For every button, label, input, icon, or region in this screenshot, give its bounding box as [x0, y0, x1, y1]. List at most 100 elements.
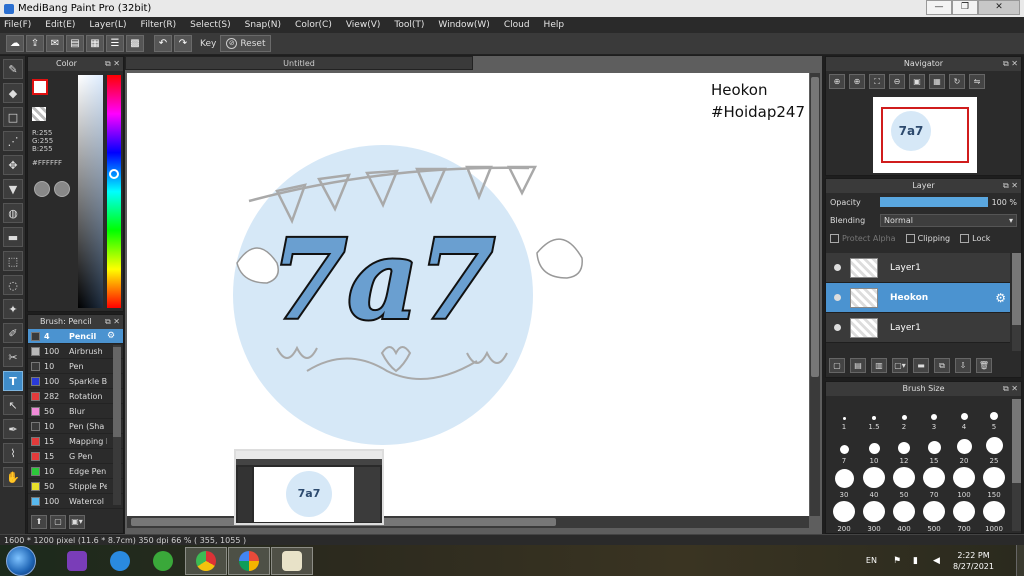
- navigator-viewport-rect[interactable]: [881, 107, 969, 163]
- layer-row[interactable]: Layer1: [826, 253, 1010, 283]
- clipping-checkbox[interactable]: Clipping: [905, 233, 950, 243]
- hue-slider[interactable]: [107, 75, 121, 308]
- brush-item[interactable]: 15 G Pen: [28, 449, 123, 464]
- magic-wand-tool-icon[interactable]: ✦: [3, 299, 23, 319]
- transparent-color-swatch[interactable]: [32, 107, 46, 121]
- layer-list-scrollbar[interactable]: [1012, 253, 1021, 351]
- new-layer-icon[interactable]: ▢: [829, 358, 845, 373]
- palette-icon[interactable]: [34, 181, 50, 197]
- visibility-eye-icon[interactable]: [830, 291, 844, 305]
- dot-tool-icon[interactable]: ⋰: [3, 131, 23, 151]
- opacity-slider[interactable]: [880, 197, 988, 207]
- hue-slider-handle[interactable]: [109, 169, 119, 179]
- select-pen-tool-icon[interactable]: ✐: [3, 323, 23, 343]
- taskbar-internet-explorer[interactable]: [99, 547, 141, 575]
- panel-close-icon[interactable]: ⧉ ✕: [105, 57, 120, 71]
- flag-icon[interactable]: ⚑: [893, 556, 903, 566]
- list-icon[interactable]: ☰: [106, 35, 124, 52]
- add-brush-icon[interactable]: ⬆: [31, 515, 47, 529]
- volume-icon[interactable]: ◀: [933, 556, 943, 566]
- panel-close-icon[interactable]: ⧉ ✕: [1003, 382, 1018, 396]
- brush-size-option[interactable]: 500: [919, 501, 949, 535]
- scroll-thumb[interactable]: [1012, 253, 1021, 325]
- drawing-canvas[interactable]: 7a7 Heokon #Hoidap247: [127, 73, 809, 528]
- menu-tool[interactable]: Tool(T): [394, 20, 424, 30]
- brush-size-option[interactable]: 1.5: [859, 399, 889, 433]
- clock[interactable]: 2:22 PM 8/27/2021: [953, 550, 994, 572]
- select-rect-tool-icon[interactable]: ⬚: [3, 251, 23, 271]
- undo-icon[interactable]: ↶: [154, 35, 172, 52]
- saturation-value-picker[interactable]: [78, 75, 103, 308]
- start-button[interactable]: [6, 545, 36, 576]
- brush-list-scrollbar[interactable]: [113, 345, 121, 505]
- brush-item[interactable]: 4 Pencil ⚙: [28, 329, 123, 344]
- actual-size-icon[interactable]: ▣: [909, 74, 925, 89]
- grid-icon[interactable]: ▩: [126, 35, 144, 52]
- menu-help[interactable]: Help: [544, 20, 565, 30]
- gradient-tool-icon[interactable]: ▬: [3, 227, 23, 247]
- brush-size-option[interactable]: 7: [829, 433, 859, 467]
- brush-item[interactable]: 282 Rotation: [28, 389, 123, 404]
- zoom-in-plus-icon[interactable]: ⊕: [849, 74, 865, 89]
- brush-item[interactable]: 50 Blur: [28, 404, 123, 419]
- flip-icon[interactable]: ⇋: [969, 74, 985, 89]
- color-history-icon[interactable]: [54, 181, 70, 197]
- reset-button[interactable]: ⊘ Reset: [220, 35, 272, 52]
- move-tool-icon[interactable]: ✥: [3, 155, 23, 175]
- fit-width-icon[interactable]: ▦: [929, 74, 945, 89]
- fit-window-icon[interactable]: ⛶: [869, 74, 885, 89]
- brush-size-option[interactable]: 3: [919, 399, 949, 433]
- brush-item[interactable]: 15 Mapping P: [28, 434, 123, 449]
- menu-edit[interactable]: Edit(E): [45, 20, 75, 30]
- show-desktop-button[interactable]: [1016, 545, 1024, 576]
- language-indicator[interactable]: EN: [866, 556, 877, 565]
- brush-size-option[interactable]: 15: [919, 433, 949, 467]
- brush-tool-icon[interactable]: ✎: [3, 59, 23, 79]
- select-eraser-tool-icon[interactable]: ✂: [3, 347, 23, 367]
- brush-size-option[interactable]: 5: [979, 399, 1009, 433]
- menu-view[interactable]: View(V): [346, 20, 381, 30]
- brush-size-option[interactable]: 40: [859, 467, 889, 501]
- duplicate-layer-icon[interactable]: ⧉: [934, 358, 950, 373]
- network-icon[interactable]: ▮: [913, 556, 923, 566]
- menu-filter[interactable]: Filter(R): [141, 20, 177, 30]
- scroll-thumb[interactable]: [1012, 399, 1021, 483]
- document-tab[interactable]: Untitled: [125, 56, 473, 70]
- blending-select[interactable]: Normal: [880, 213, 1017, 227]
- share-icon[interactable]: ⇪: [26, 35, 44, 52]
- brush-size-scrollbar[interactable]: [1012, 399, 1021, 531]
- bucket-tool-icon[interactable]: ◍: [3, 203, 23, 223]
- gear-icon[interactable]: ⚙: [107, 331, 115, 341]
- layer-row[interactable]: Layer1: [826, 313, 1010, 343]
- brush-size-option[interactable]: 100: [949, 467, 979, 501]
- brush-size-option[interactable]: 700: [949, 501, 979, 535]
- menu-select[interactable]: Select(S): [190, 20, 231, 30]
- brush-size-option[interactable]: 20: [949, 433, 979, 467]
- menu-cloud[interactable]: Cloud: [504, 20, 530, 30]
- zoom-out-icon[interactable]: ⊖: [889, 74, 905, 89]
- brush-size-option[interactable]: 30: [829, 467, 859, 501]
- brush-menu-icon[interactable]: ▣▾: [69, 515, 85, 529]
- delete-layer-icon[interactable]: 🗑: [976, 358, 992, 373]
- folder-icon[interactable]: ▬: [913, 358, 929, 373]
- taskbar-coccoc[interactable]: [142, 547, 184, 575]
- eyedropper-tool-icon[interactable]: ⌇: [3, 443, 23, 463]
- brush-item[interactable]: 10 Pen (Sha: [28, 419, 123, 434]
- new-brush-icon[interactable]: ▢: [50, 515, 66, 529]
- brush-size-option[interactable]: 150: [979, 467, 1009, 501]
- add-layer-menu-icon[interactable]: ▢▾: [892, 358, 908, 373]
- brush-item[interactable]: 100 Sparkle B: [28, 374, 123, 389]
- text-tool-icon[interactable]: T: [3, 371, 23, 391]
- brush-size-option[interactable]: 300: [859, 501, 889, 535]
- fill-tool-icon[interactable]: ▼: [3, 179, 23, 199]
- canvas-vertical-scrollbar[interactable]: [810, 73, 820, 516]
- eraser-tool-icon[interactable]: ◆: [3, 83, 23, 103]
- taskbar-medibang[interactable]: [271, 546, 313, 575]
- scroll-thumb[interactable]: [811, 77, 819, 377]
- taskbar-chrome[interactable]: [185, 546, 227, 575]
- menu-layer[interactable]: Layer(L): [89, 20, 126, 30]
- zoom-in-icon[interactable]: ⊕: [829, 74, 845, 89]
- brush-item[interactable]: 100 Watercol: [28, 494, 123, 509]
- document-icon[interactable]: ▦: [86, 35, 104, 52]
- brush-size-option[interactable]: 400: [889, 501, 919, 535]
